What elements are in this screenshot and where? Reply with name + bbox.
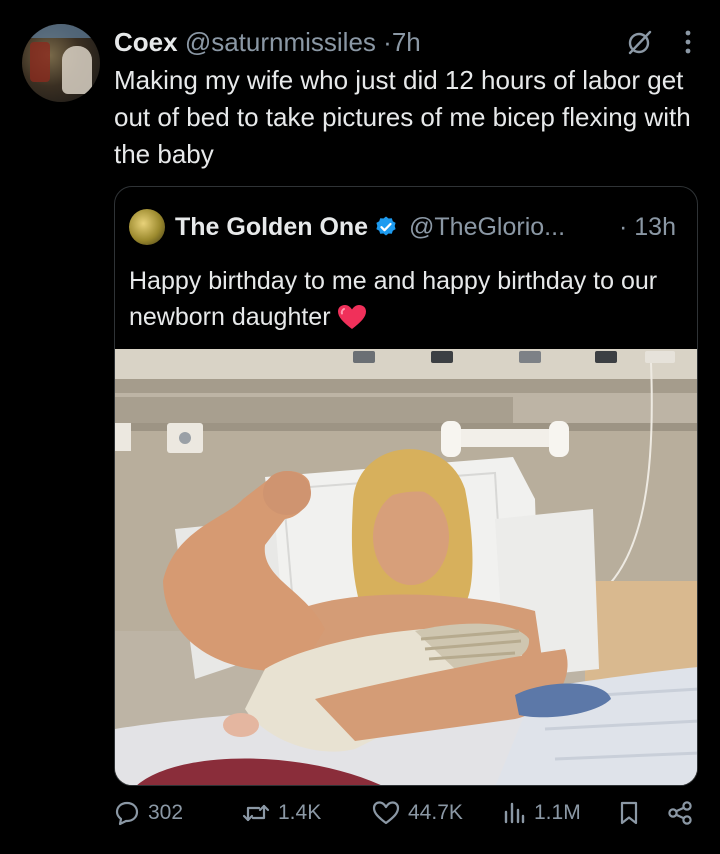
repost-count: 1.4K — [278, 801, 322, 824]
avatar-detail — [30, 42, 50, 82]
header-separator: · — [383, 27, 392, 57]
author-avatar[interactable] — [22, 24, 100, 102]
quoted-text: Happy birthday to me and happy birthday … — [129, 263, 689, 340]
action-bar: 302 1.4K 44.7K 1.1M — [114, 800, 704, 836]
reply-count: 302 — [148, 801, 184, 824]
header-icons — [626, 28, 692, 56]
quoted-separator: · — [619, 213, 628, 241]
reply-action[interactable]: 302 — [114, 800, 183, 826]
bookmark-action[interactable] — [618, 800, 640, 826]
views-count: 1.1M — [534, 801, 581, 824]
bookmark-icon — [618, 800, 640, 826]
tweet-time[interactable]: 7h — [392, 27, 421, 57]
quoted-author-name[interactable]: The Golden One — [175, 213, 368, 241]
avatar-detail — [62, 46, 92, 94]
repost-action[interactable]: 1.4K — [242, 800, 321, 826]
quoted-time[interactable]: 13h — [634, 213, 676, 241]
like-action[interactable]: 44.7K — [372, 800, 463, 826]
verified-badge-icon — [374, 215, 398, 247]
red-heart-icon — [337, 304, 367, 340]
repost-icon — [242, 800, 270, 826]
reply-icon — [114, 800, 140, 826]
quoted-author-handle[interactable]: @TheGlorio... — [409, 213, 565, 241]
tweet-card[interactable]: Coex @saturnmissiles ·7h Making my wife … — [0, 0, 720, 854]
share-icon — [666, 800, 694, 826]
tweet-header: Coex @saturnmissiles ·7h — [114, 26, 421, 58]
views-icon — [502, 800, 526, 826]
like-icon — [372, 800, 400, 826]
quoted-author-avatar[interactable] — [129, 209, 165, 245]
like-count: 44.7K — [408, 801, 463, 824]
author-handle[interactable]: @saturnmissiles — [185, 27, 376, 57]
author-name[interactable]: Coex — [114, 27, 178, 57]
quoted-time-wrap: · 13h — [619, 211, 676, 243]
views-action[interactable]: 1.1M — [502, 800, 581, 826]
quoted-tweet[interactable]: The Golden One @TheGlorio... · 13h Happy… — [114, 186, 698, 786]
quoted-header: The Golden One @TheGlorio... — [175, 211, 565, 247]
avatar-detail — [22, 24, 100, 38]
quoted-text-body: Happy birthday to me and happy birthday … — [129, 267, 658, 331]
more-icon[interactable] — [684, 28, 692, 56]
share-action[interactable] — [666, 800, 694, 826]
tweet-text: Making my wife who just did 12 hours of … — [114, 65, 691, 169]
quoted-photo[interactable] — [115, 349, 697, 785]
grok-icon[interactable] — [626, 28, 654, 56]
